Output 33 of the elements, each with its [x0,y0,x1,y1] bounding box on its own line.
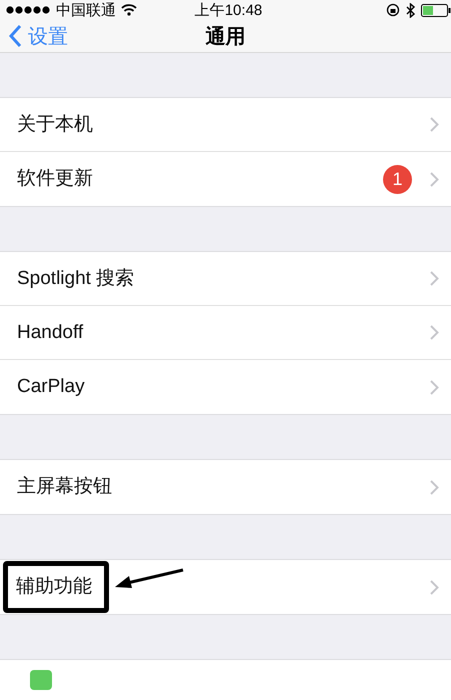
chevron-icon [430,271,439,286]
settings-row[interactable]: 主屏幕按钮 [0,460,451,514]
chevron-icon [430,480,439,494]
status-time: 上午10:48 [194,0,262,20]
chevron-icon [430,380,439,394]
chevron-icon [430,325,439,340]
carrier-name: 中国联通 [56,0,116,20]
highlighted-label: 辅助功能 [3,561,109,613]
back-chevron-icon [8,24,22,48]
row-label: 关于本机 [17,114,93,136]
page-title: 通用 [206,24,246,50]
row-icon [30,670,52,690]
battery-icon [420,4,451,17]
arrow-icon [113,568,185,590]
row-label: CarPlay [17,376,85,398]
row-label: 主屏幕按钮 [17,476,112,498]
settings-row[interactable]: Spotlight 搜索 [0,252,451,306]
chevron-icon [430,580,439,594]
settings-row[interactable]: 关于本机 [0,98,451,152]
rotation-lock-icon [386,3,400,18]
settings-row[interactable]: 软件更新 1 [0,152,451,206]
row-label: Handoff [17,322,84,344]
row-label: Spotlight 搜索 [17,268,134,290]
signal-icon [6,6,51,14]
chevron-icon [430,117,439,132]
row-label: 软件更新 [17,168,93,190]
bluetooth-icon [406,2,415,18]
chevron-icon [430,172,439,186]
wifi-icon [121,4,137,16]
settings-row[interactable]: CarPlay [0,360,451,414]
update-badge: 1 [383,164,412,194]
settings-row[interactable]: Handoff [0,306,451,360]
settings-row[interactable]: 辅助功能 [0,560,451,614]
